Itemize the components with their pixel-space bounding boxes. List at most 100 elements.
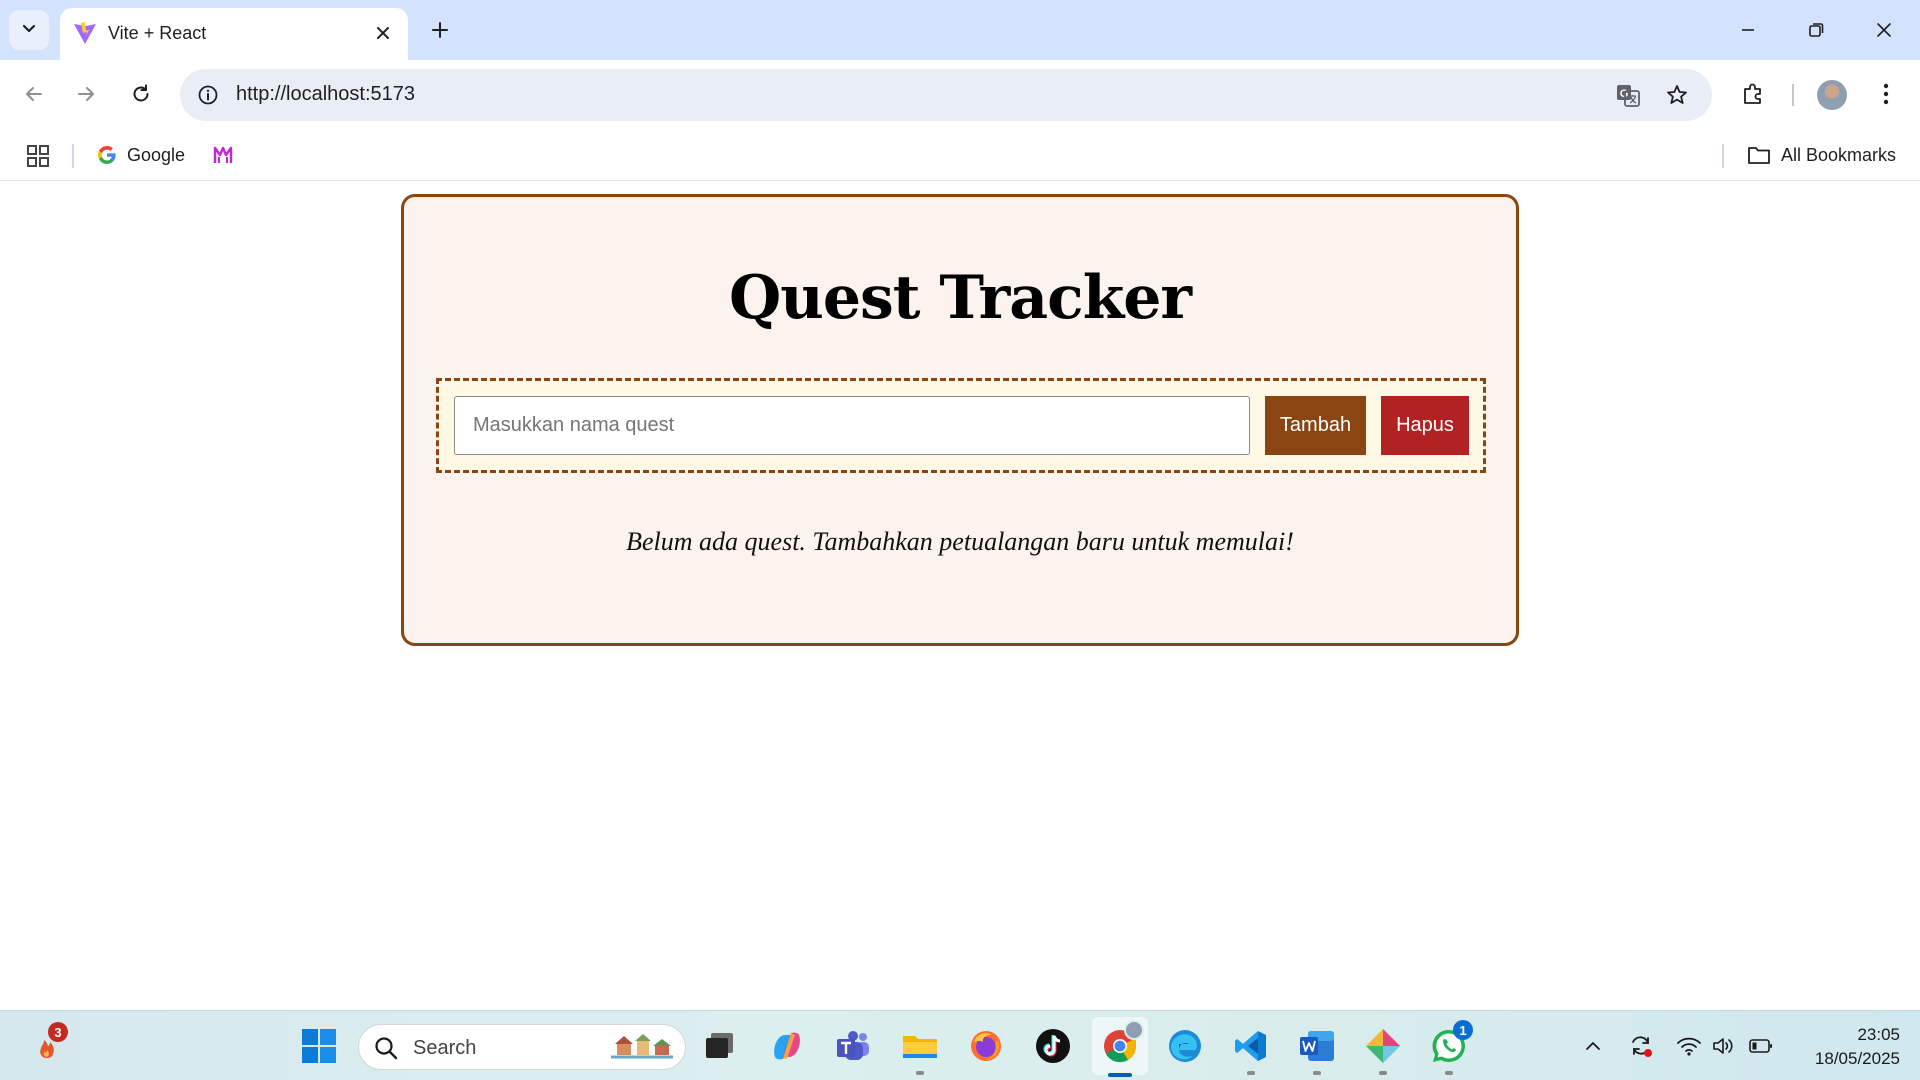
edge-icon — [1169, 1030, 1201, 1062]
page-title: Quest Tracker — [728, 263, 1192, 333]
vscode-icon — [1235, 1031, 1266, 1061]
page-viewport: Quest Tracker Tambah Hapus Belum ada que… — [0, 181, 1920, 1010]
bookmark-google[interactable]: Google — [97, 138, 185, 172]
close-window-button[interactable] — [1860, 10, 1908, 50]
tab-close-button[interactable] — [370, 20, 396, 46]
extensions-button[interactable] — [1733, 74, 1773, 114]
running-indicator — [1247, 1071, 1255, 1075]
browser-tab-strip: Vite + React — [0, 0, 1920, 60]
wifi-icon — [1677, 1037, 1701, 1056]
arrow-right-icon — [78, 87, 94, 101]
quest-name-input[interactable] — [454, 396, 1250, 455]
tab-search-button[interactable] — [9, 10, 49, 50]
tab-title: Vite + React — [108, 23, 207, 43]
arrow-left-icon — [26, 87, 42, 101]
start-button[interactable] — [297, 1024, 341, 1068]
browser-toolbar: http://localhost:5173 G — [0, 60, 1920, 130]
firefox-icon — [971, 1031, 1001, 1061]
google-icon — [98, 146, 116, 164]
taskbar-app-teams[interactable] — [831, 1024, 875, 1068]
translate-icon[interactable]: G — [1614, 81, 1642, 109]
bookmark-label: Google — [127, 144, 186, 165]
quest-form: Tambah Hapus — [436, 378, 1486, 473]
profile-avatar[interactable] — [1817, 80, 1847, 110]
site-info-icon[interactable] — [194, 81, 222, 109]
star-bookmark-icon[interactable] — [1663, 81, 1691, 109]
task-view-icon — [706, 1033, 733, 1058]
delete-quest-button[interactable]: Hapus — [1381, 396, 1469, 455]
taskbar-app-firefox[interactable] — [964, 1024, 1008, 1068]
tab-active[interactable]: Vite + React — [60, 8, 408, 60]
empty-state-message: Belum ada quest. Tambahkan petualangan b… — [626, 527, 1294, 556]
toolbar-divider — [1792, 84, 1794, 106]
show-hidden-icons-button[interactable] — [1580, 1033, 1606, 1059]
svg-text:G: G — [1620, 88, 1629, 100]
minimize-icon — [1742, 29, 1754, 31]
bookmark-logo[interactable] — [212, 138, 234, 172]
reload-button[interactable] — [121, 74, 161, 114]
word-icon — [1300, 1031, 1334, 1061]
sync-tray-icon[interactable] — [1628, 1033, 1654, 1059]
bookmarks-divider — [72, 144, 74, 168]
profile-avatar — [1124, 1020, 1144, 1040]
volume-tray-icon[interactable] — [1710, 1033, 1736, 1059]
battery-tray-icon[interactable] — [1748, 1033, 1774, 1059]
sync-icon — [1632, 1036, 1652, 1057]
close-icon — [377, 27, 389, 39]
taskbar-app-tiktok[interactable] — [1031, 1024, 1075, 1068]
restore-button[interactable] — [1792, 10, 1840, 50]
system-clock[interactable]: 23:05 18/05/2025 — [1790, 1023, 1900, 1071]
new-tab-button[interactable] — [424, 14, 456, 46]
running-indicator — [1445, 1071, 1453, 1075]
active-indicator — [1108, 1073, 1132, 1077]
running-indicator — [1313, 1071, 1321, 1075]
apps-grid-icon[interactable] — [24, 142, 52, 170]
back-button[interactable] — [14, 74, 54, 114]
running-indicator — [1379, 1071, 1387, 1075]
add-quest-button[interactable]: Tambah — [1265, 396, 1366, 455]
taskbar-app-vscode[interactable] — [1229, 1024, 1273, 1075]
teams-icon — [837, 1031, 869, 1060]
wifi-tray-icon[interactable] — [1676, 1033, 1702, 1059]
windows-taskbar: 3 Search 1 23:05 18/05/2025 — [0, 1010, 1920, 1080]
taskbar-app-whatsapp[interactable]: 1 — [1427, 1020, 1473, 1075]
all-bookmarks[interactable]: All Bookmarks — [1747, 138, 1896, 172]
clock-time: 23:05 — [1857, 1025, 1900, 1044]
browser-menu-button[interactable] — [1866, 74, 1906, 114]
diamond-app-icon — [1366, 1029, 1400, 1063]
windows-logo-icon — [302, 1029, 336, 1063]
taskbar-search[interactable]: Search — [358, 1024, 686, 1070]
bookmarks-divider — [1722, 144, 1724, 168]
copilot-icon — [774, 1032, 800, 1060]
plus-icon — [432, 22, 448, 38]
chevron-down-icon — [20, 19, 38, 42]
taskbar-app-gitkraken[interactable] — [1361, 1024, 1405, 1075]
tiktok-icon — [1036, 1029, 1070, 1063]
notification-badge: 3 — [48, 1022, 68, 1042]
address-bar[interactable]: http://localhost:5173 G — [180, 69, 1712, 121]
taskbar-app-taskview[interactable] — [698, 1024, 742, 1068]
forward-button[interactable] — [66, 74, 106, 114]
close-icon — [1877, 23, 1891, 37]
notification-badge: 1 — [1453, 1020, 1473, 1040]
minimize-button[interactable] — [1724, 10, 1772, 50]
taskbar-app-copilot[interactable] — [765, 1024, 809, 1068]
taskbar-app-file-explorer[interactable] — [898, 1024, 942, 1075]
battery-icon — [1749, 1039, 1772, 1053]
taskbar-app-edge[interactable] — [1163, 1024, 1207, 1068]
taskbar-app-word[interactable] — [1295, 1024, 1339, 1075]
search-label: Search — [413, 1037, 477, 1059]
running-indicator — [916, 1071, 924, 1075]
search-highlight-icon — [611, 1034, 673, 1059]
search-icon — [375, 1037, 398, 1060]
puzzle-icon — [1744, 83, 1761, 104]
more-vertical-icon — [1883, 83, 1889, 105]
folder-icon — [1748, 147, 1770, 164]
vite-logo-icon — [72, 20, 98, 46]
restore-icon — [1809, 23, 1824, 37]
taskbar-app-chrome[interactable] — [1098, 1020, 1144, 1077]
weather-widget[interactable]: 3 — [26, 1022, 70, 1068]
address-url[interactable]: http://localhost:5173 — [236, 83, 415, 106]
reload-icon — [133, 84, 149, 102]
quest-tracker-card: Quest Tracker Tambah Hapus Belum ada que… — [401, 194, 1519, 646]
